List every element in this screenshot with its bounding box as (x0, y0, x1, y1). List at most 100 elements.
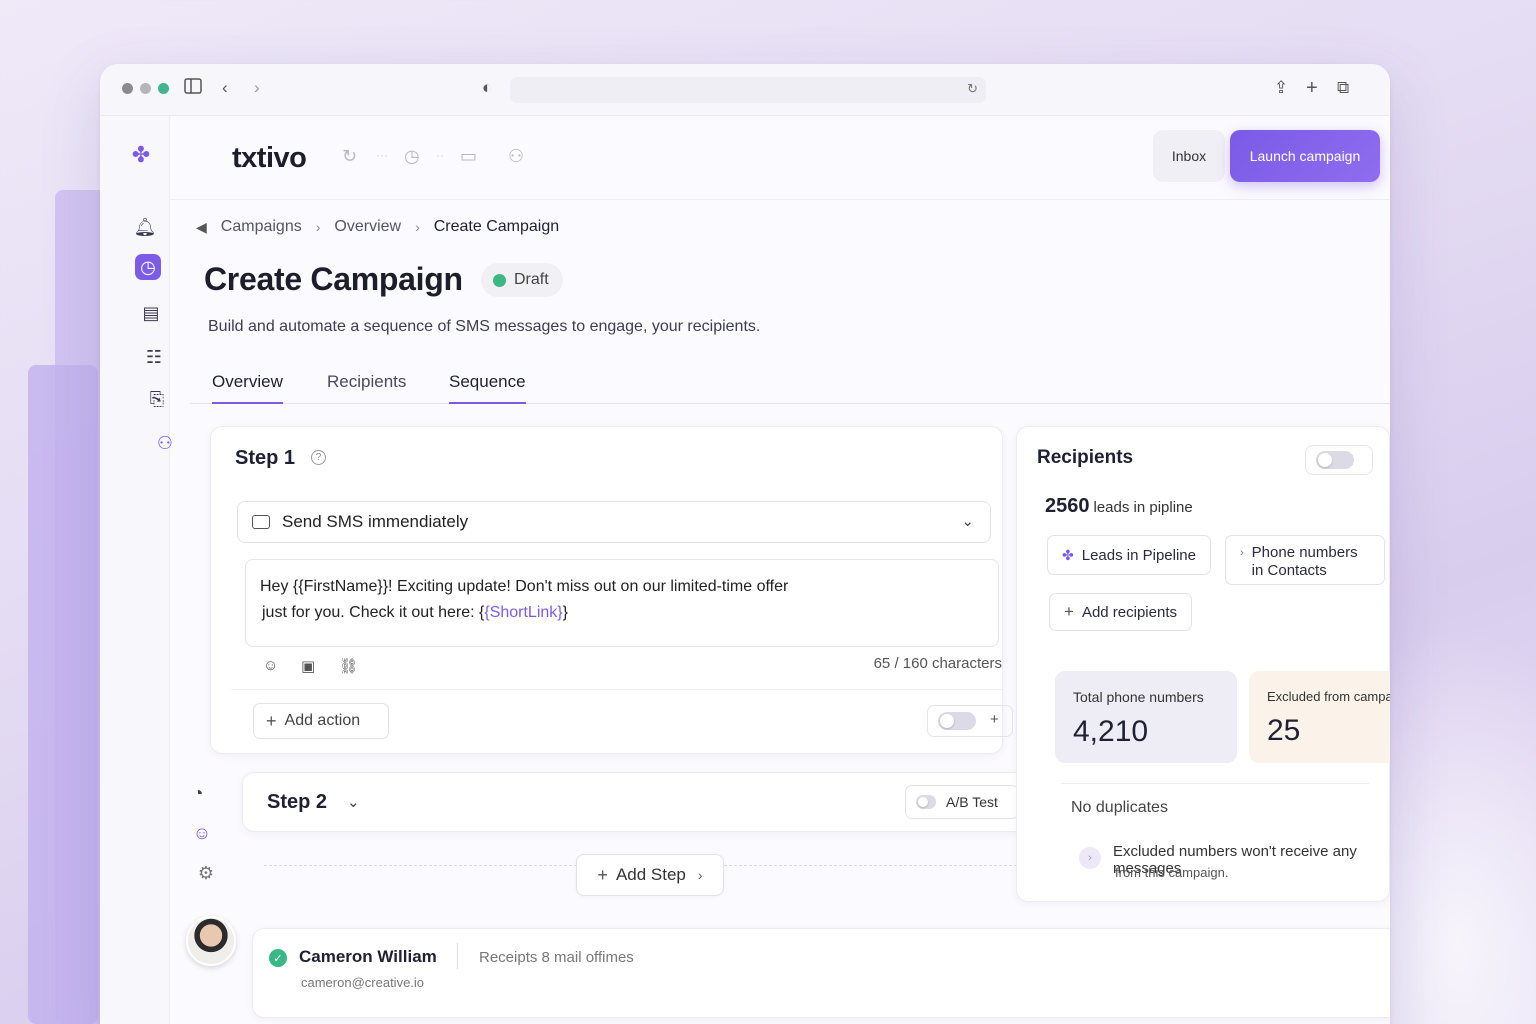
recipients-title: Recipients (1037, 447, 1134, 468)
gauge-icon[interactable]: ◔ (185, 780, 211, 806)
ab-toggle-switch[interactable] (916, 795, 936, 809)
leads-count: 2560 (1045, 495, 1090, 517)
toggle-plus[interactable]: + (990, 711, 999, 728)
user-name: Cameron William (299, 947, 437, 966)
status-dot-icon (493, 273, 506, 287)
breadcrumb-campaigns[interactable]: Campaigns (221, 218, 302, 236)
ab-test-label: A/B Test (946, 794, 998, 810)
team-icon[interactable]: ⚇ (152, 430, 178, 456)
step-2-title: Step 2 (267, 791, 328, 813)
user-icon[interactable]: ☺ (189, 820, 215, 846)
breadcrumb-overview[interactable]: Overview (334, 218, 401, 236)
new-tab-icon[interactable]: + (1306, 78, 1318, 98)
step-connector: ··· (376, 148, 388, 162)
leads-summary: 2560 leads in pipline (1045, 495, 1193, 518)
brand-name: txtivo (232, 142, 307, 174)
shield-icon[interactable]: ◐ (482, 78, 492, 98)
avatar[interactable] (186, 916, 236, 966)
plus-icon: + (597, 864, 608, 885)
sidebar-toggle-icon[interactable] (184, 78, 202, 99)
recipients-toggle[interactable] (1316, 451, 1354, 469)
toggle-knob (940, 714, 954, 728)
link-icon[interactable]: ⛓ (339, 657, 358, 675)
notes-icon[interactable]: ▤ (138, 300, 164, 326)
action-toggle[interactable] (938, 712, 976, 730)
image-icon[interactable]: ▣ (301, 657, 315, 675)
action-select[interactable]: Send SMS immendiately ⌄ (237, 501, 991, 543)
ab-test-toggle[interactable]: A/B Test (905, 785, 1019, 819)
back-arrow-icon[interactable]: ◀ (196, 219, 207, 236)
tabs-overview-icon[interactable]: ⧉ (1337, 78, 1349, 98)
character-counter: 65 / 160 characters (874, 655, 1002, 672)
inbox-button[interactable]: Inbox (1153, 130, 1225, 182)
report-icon[interactable]: ⎘ (144, 386, 170, 412)
forward-icon[interactable]: › (254, 78, 260, 98)
emoji-icon[interactable]: ☺ (263, 657, 278, 674)
phone-chip-line: Phone numbers (1251, 544, 1358, 561)
receipts-text: Receipts 8 mail offimes (479, 949, 634, 966)
message-line: Hey {{FirstName}}! Exciting update! Don'… (260, 578, 789, 595)
share-icon[interactable]: ⇪ (1274, 78, 1288, 98)
step-2-card[interactable]: Step 2 ⌄ A/B Test (242, 772, 1040, 832)
step-connector: ·· (436, 148, 444, 162)
total-phone-numbers-stat: Total phone numbers 4,210 (1055, 671, 1237, 763)
plus-icon: + (266, 710, 277, 731)
char-count: 65 (873, 655, 891, 672)
chevron-right-icon: › (315, 219, 321, 235)
address-bar[interactable]: ↻ (510, 77, 986, 103)
status-text: Draft (514, 271, 549, 288)
action-toggle-group: + (927, 705, 1013, 737)
users-step-icon: ⚇ (508, 146, 525, 166)
no-duplicates-text: No duplicates (1071, 799, 1168, 816)
logo-icon[interactable]: ✤ (128, 142, 154, 168)
phone-chip-line: in Contacts (1251, 562, 1327, 579)
toggle-knob (1318, 453, 1332, 467)
tab-overview[interactable]: Overview (212, 372, 283, 404)
shortlink-variable[interactable]: {ShortLink} (484, 604, 562, 621)
info-icon[interactable]: ? (311, 450, 326, 465)
breadcrumb: ◀ Campaigns › Overview › Create Campaign (196, 218, 559, 236)
add-recipients-button[interactable]: + Add recipients (1049, 593, 1192, 631)
reload-icon[interactable]: ↻ (967, 81, 978, 97)
leads-chip-label: Leads in Pipeline (1081, 546, 1196, 564)
browser-window: ‹ › ◐ ↻ ⇪ + ⧉ ✤ 🔔︎ ◷ ▤ ☷ ⎘ ⚇ ◔ ☺ ⚙ — txt… (100, 64, 1390, 1024)
divider (457, 943, 458, 969)
tab-sequence[interactable]: Sequence (449, 372, 526, 404)
divider (1061, 783, 1369, 784)
status-badge: Draft (481, 263, 563, 297)
gear-icon[interactable]: ⚙ (193, 860, 219, 886)
top-bar: txtivo ↻ ··· ◷ ·· ▭ ⚇ Inbox Launch campa… (170, 116, 1390, 200)
chevron-down-icon[interactable]: ⌄ (347, 793, 360, 811)
list-icon[interactable]: ☷ (141, 344, 167, 370)
info-chevron-icon: › (1079, 847, 1101, 869)
divider (231, 689, 1002, 690)
chevron-right-icon: › (415, 219, 420, 235)
user-footer-card: ✓ Cameron William Receipts 8 mail offime… (252, 928, 1390, 1018)
phone-numbers-chip[interactable]: › Phone numbers in Contacts (1225, 535, 1385, 585)
background-panel (28, 365, 98, 1024)
step-1-card: Step 1 ? Send SMS immendiately ⌄ Hey {{F… (210, 426, 1013, 754)
recipients-card: Recipients 2560 leads in pipline ✤ Leads i… (1016, 426, 1390, 902)
window-close-dot[interactable] (122, 83, 133, 94)
message-text: } (562, 604, 568, 621)
clock-icon[interactable]: ◷ (135, 254, 161, 280)
add-action-button[interactable]: + Add action (253, 703, 389, 739)
back-icon[interactable]: ‹ (222, 78, 228, 98)
window-minimize-dot[interactable] (140, 83, 151, 94)
add-recipients-label: Add recipients (1081, 603, 1177, 621)
message-text: just for you. Check it out here: { (262, 604, 485, 621)
total-value: 4,210 (1073, 715, 1149, 748)
message-icon (252, 515, 270, 529)
add-step-button[interactable]: + Add Step › (576, 854, 724, 896)
tab-recipients[interactable]: Recipients (327, 372, 406, 402)
launch-campaign-button[interactable]: Launch campaign (1230, 130, 1380, 182)
step-1-title: Step 1 (235, 447, 296, 469)
bell-icon[interactable]: 🔔︎ (132, 214, 158, 240)
toggle-knob (918, 797, 928, 807)
message-textarea[interactable]: Hey {{FirstName}}! Exciting update! Don'… (245, 559, 999, 647)
action-select-value: Send SMS immendiately (282, 512, 469, 531)
pipeline-icon: ✤ (1062, 546, 1074, 563)
phone-chip-label: Phone numbers in Contacts (1252, 544, 1358, 580)
leads-in-pipeline-chip[interactable]: ✤ Leads in Pipeline (1047, 535, 1211, 575)
window-zoom-dot[interactable] (158, 83, 169, 94)
